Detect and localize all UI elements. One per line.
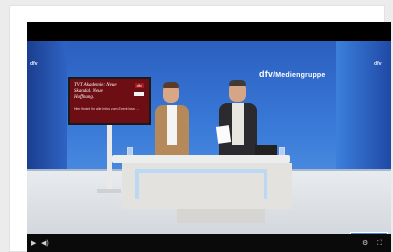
paper-notes (215, 125, 232, 144)
player-top-bar (27, 22, 391, 41)
dfv-mediengruppe-logo: dfv/Mediengruppe (259, 69, 326, 79)
corner-logo-right: dfv (374, 61, 382, 67)
gear-icon[interactable]: ⚙ (362, 240, 368, 247)
monitor-badge: dfv (134, 83, 144, 88)
desk-base (177, 209, 265, 223)
host-left-hair (163, 82, 179, 88)
play-icon[interactable]: ▶ (31, 240, 36, 247)
fullscreen-icon[interactable]: ⛶ (377, 240, 382, 247)
host-right-hair (229, 80, 246, 86)
player-controls: ▶ ◀) ⚙ ⛶ (27, 234, 391, 252)
monitor-stand-foot (97, 189, 121, 193)
volume-icon[interactable]: ◀) (41, 240, 49, 247)
video-frame[interactable]: dfv dfv dfv/Mediengruppe TVT Akademie: N… (27, 41, 391, 234)
host-left-shirt (167, 105, 177, 145)
monitor-button-graphic (134, 92, 144, 96)
desk-top (112, 155, 290, 163)
monitor-headline: TVT Akademie: Neue Skandal. Neue Hoffnun… (74, 83, 117, 100)
corner-logo-left: dfv (30, 61, 38, 67)
logo-prefix: dfv (259, 69, 274, 79)
host-right-shirt (232, 103, 244, 145)
desk-panel (139, 173, 264, 199)
video-player[interactable]: dfv dfv dfv/Mediengruppe TVT Akademie: N… (27, 22, 391, 252)
studio-monitor: TVT Akademie: Neue Skandal. Neue Hoffnun… (68, 77, 151, 125)
monitor-body-text: Hier findet Ihr alle Infos zum Event bzw… (74, 107, 140, 111)
logo-suffix: /Mediengruppe (273, 72, 326, 79)
